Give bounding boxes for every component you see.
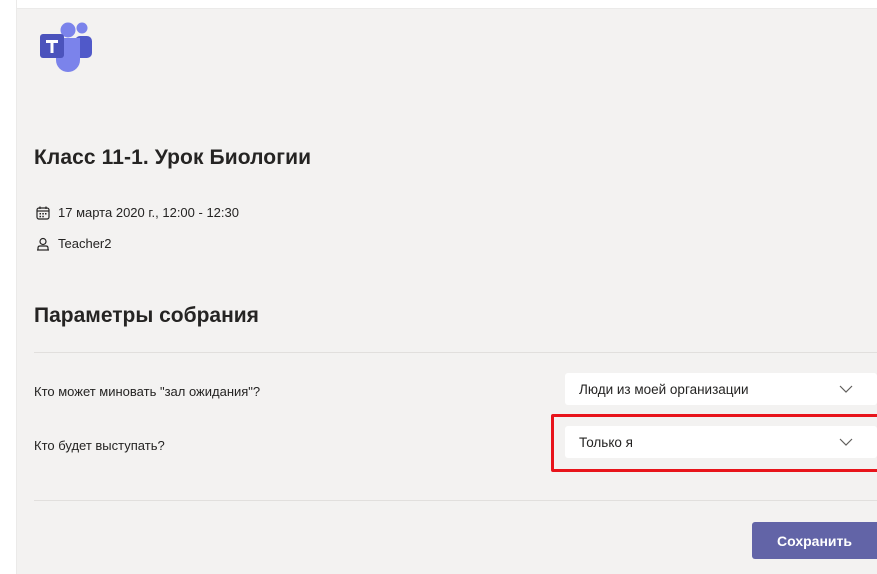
meeting-datetime-row: 17 марта 2020 г., 12:00 - 12:30 [36,205,239,220]
chevron-down-icon [839,435,863,450]
meeting-options-page: Класс 11-1. Урок Биологии 17 марта 2020 … [0,0,877,574]
bypass-lobby-label: Кто может миновать "зал ожидания"? [34,384,261,399]
window-top-edge [0,0,877,9]
divider [34,352,877,353]
calendar-icon [36,206,50,220]
meeting-organizer-row: Teacher2 [36,236,111,251]
bypass-lobby-value: Люди из моей организации [579,381,749,397]
divider [34,500,877,501]
presenters-value: Только я [579,434,633,450]
presenters-dropdown[interactable]: Только я [565,426,877,458]
save-button[interactable]: Сохранить [752,522,877,559]
meeting-organizer: Teacher2 [58,236,112,251]
meeting-title: Класс 11-1. Урок Биологии [34,146,312,169]
presenters-label: Кто будет выступать? [34,438,165,453]
microsoft-teams-logo-icon [34,18,98,74]
meeting-options-heading: Параметры собрания [34,304,259,327]
person-icon [36,237,50,251]
chevron-down-icon [839,382,863,397]
window-left-edge [0,0,17,574]
meeting-datetime: 17 марта 2020 г., 12:00 - 12:30 [58,205,239,220]
bypass-lobby-dropdown[interactable]: Люди из моей организации [565,373,877,405]
